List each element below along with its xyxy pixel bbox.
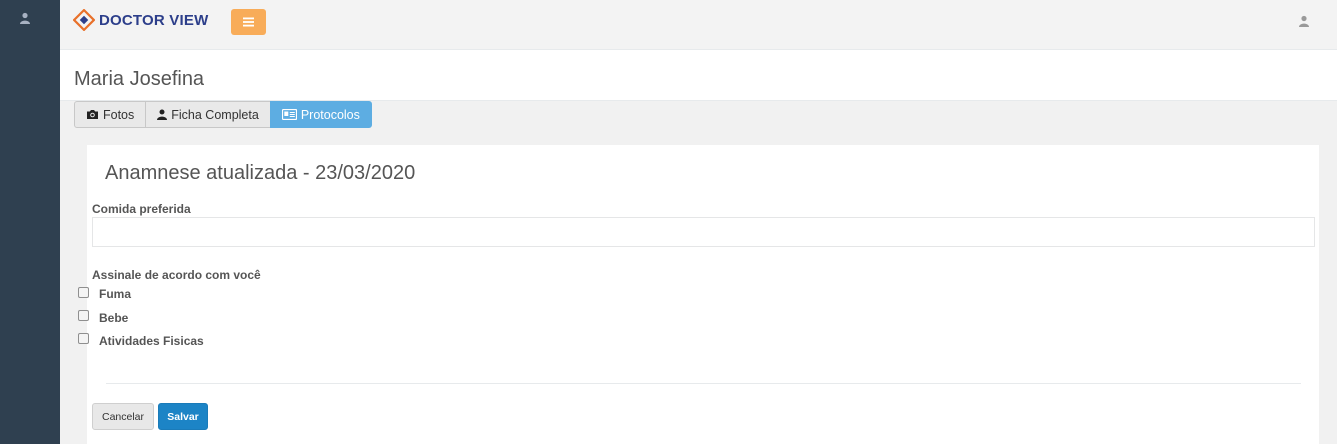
tab-fotos[interactable]: Fotos	[74, 101, 147, 128]
tab-label: Protocolos	[300, 107, 360, 122]
checkbox-bebe[interactable]	[78, 310, 89, 321]
cancel-button[interactable]: Cancelar	[92, 403, 154, 430]
user-menu-icon[interactable]	[1298, 14, 1310, 32]
patient-name: Maria Josefina	[74, 68, 205, 90]
hamburger-icon	[243, 17, 254, 27]
right-edge	[1337, 0, 1344, 444]
checkbox-label-fuma: Fuma	[99, 287, 132, 301]
tab-label: Ficha Completa	[171, 107, 259, 122]
brand-logo[interactable]: DOCTOR VIEW	[73, 9, 208, 31]
brand-name: DOCTOR VIEW	[99, 11, 209, 29]
form-title: Anamnese atualizada - 23/03/2020	[105, 162, 416, 184]
menu-toggle-button[interactable]	[231, 9, 266, 35]
tab-bar: Fotos Ficha Completa Protocolos	[74, 101, 372, 128]
diamond-logo-icon	[73, 9, 95, 31]
tab-ficha-completa[interactable]: Ficha Completa	[145, 101, 271, 128]
checkbox-atividades-fisicas[interactable]	[78, 333, 89, 344]
user-icon[interactable]	[19, 11, 31, 29]
save-button[interactable]: Salvar	[158, 403, 208, 430]
top-navbar: DOCTOR VIEW	[60, 0, 1337, 50]
tab-label: Fotos	[103, 107, 135, 122]
favorite-food-label: Comida preferida	[92, 202, 191, 216]
checkbox-label-bebe: Bebe	[99, 311, 129, 325]
user-icon	[157, 109, 168, 120]
id-card-icon	[281, 109, 297, 120]
camera-icon	[87, 110, 98, 119]
checkbox-group-label: Assinale de acordo com você	[92, 268, 261, 282]
tab-protocolos[interactable]: Protocolos	[269, 101, 372, 128]
form-card: Anamnese atualizada - 23/03/2020 Comida …	[87, 145, 1319, 444]
favorite-food-input[interactable]	[92, 217, 1315, 247]
checkbox-fuma[interactable]	[78, 287, 89, 298]
page-header: Maria Josefina	[60, 50, 1337, 101]
sidebar	[0, 0, 60, 444]
form-divider	[106, 383, 1301, 384]
checkbox-label-atividades-fisicas: Atividades Fisicas	[99, 334, 204, 348]
